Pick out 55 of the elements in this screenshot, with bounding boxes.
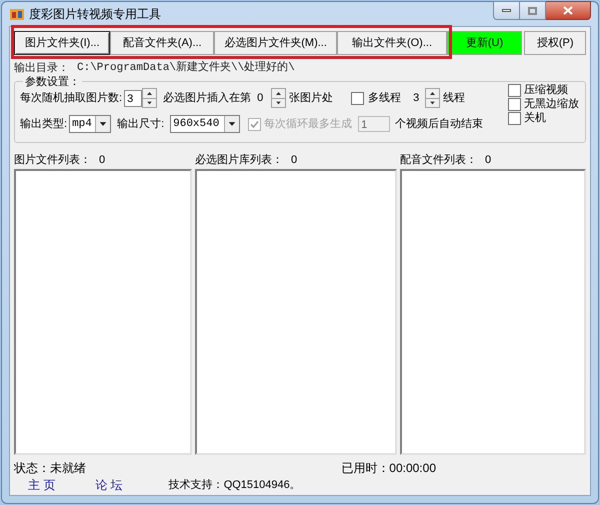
caret-icon [224, 116, 240, 132]
caret-icon [95, 116, 110, 132]
toolbar-button[interactable]: 图片文件夹(I)... [14, 31, 110, 55]
down-arrow-icon [143, 98, 156, 107]
list-label: 必选图片库列表： [195, 152, 283, 168]
app-icon [9, 6, 25, 22]
number-value: 0 [257, 90, 264, 106]
checkbox-label: 无黑边缩放 [524, 96, 579, 112]
down-arrow-icon [426, 98, 440, 107]
checkbox[interactable] [508, 112, 521, 125]
checkbox[interactable] [351, 92, 364, 104]
input-field[interactable]: 3 [124, 90, 142, 106]
checkbox[interactable] [508, 98, 521, 111]
maximize-button[interactable] [520, 1, 546, 20]
checkbox[interactable] [508, 84, 521, 97]
list-count: 0 [485, 152, 492, 168]
elapsed-time: 已用时：00:00:00 [341, 460, 436, 477]
output-dir-label: 输出目录： [14, 60, 69, 76]
toolbar-button[interactable]: 必选图片文件夹(M)... [214, 31, 338, 55]
field-label: 必选图片插入在第 [163, 90, 252, 106]
down-arrow-icon [272, 98, 286, 107]
checkmark-icon [250, 120, 260, 128]
dropdown[interactable]: 960x540 [170, 115, 240, 134]
spinner-arrows[interactable] [271, 88, 286, 108]
number-value: 3 [413, 90, 420, 106]
toolbar-button[interactable]: 授权(P) [524, 31, 586, 55]
window-title: 度彩图片转视频专用工具 [29, 6, 161, 23]
list-label: 图片文件列表： [14, 152, 91, 168]
support-text: 技术支持：QQ15104946。 [168, 478, 301, 493]
list-label: 配音文件列表： [400, 152, 477, 168]
close-button[interactable] [546, 1, 591, 20]
field-label: 线程 [443, 90, 466, 106]
spinner-arrows[interactable] [425, 88, 440, 108]
spinner-arrows[interactable] [142, 88, 158, 108]
list-count: 0 [291, 152, 298, 168]
list-count: 0 [99, 152, 106, 168]
field-label: 输出尺寸: [117, 116, 164, 132]
checkbox-label: 多线程 [368, 90, 402, 106]
footer-link[interactable]: 论 坛 [95, 476, 123, 494]
toolbar-button[interactable]: 配音文件夹(A)... [110, 31, 214, 55]
field-label: 个视频后自动结束 [395, 116, 484, 132]
field-label: 每次随机抽取图片数: [20, 90, 122, 106]
close-icon [563, 6, 573, 15]
checkbox-label: 每次循环最多生成 [264, 116, 352, 132]
footer-link[interactable]: 主 页 [28, 476, 56, 494]
toolbar-button[interactable]: 输出文件夹(O)... [337, 31, 447, 55]
toolbar-button[interactable]: 更新(U) [446, 31, 522, 55]
field-label: 张图片处 [289, 90, 334, 106]
status-text: 状态：未就绪 [14, 460, 86, 477]
checkbox-label: 压缩视频 [524, 82, 568, 98]
minimize-button[interactable] [493, 1, 520, 20]
checkbox-label: 关机 [524, 110, 546, 126]
field-label: 输出类型: [20, 116, 68, 132]
dropdown[interactable]: mp4 [69, 115, 112, 134]
output-dir-path: C:\ProgramData\新建文件夹\\处理好的\ [77, 60, 295, 76]
